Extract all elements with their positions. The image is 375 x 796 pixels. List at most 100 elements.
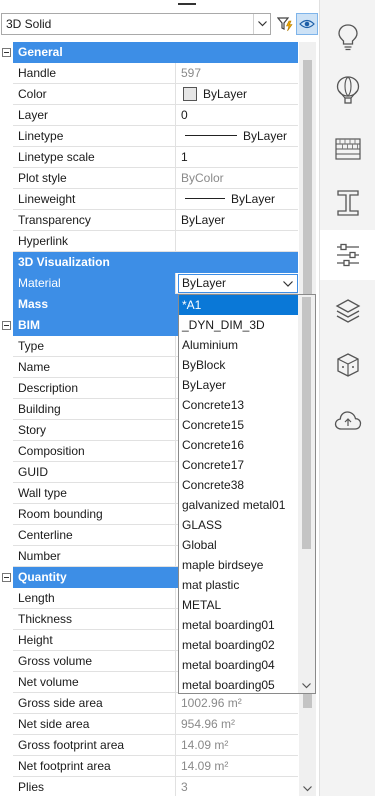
property-row-gross-footprint-area[interactable]: Gross footprint area 14.09 m² (0, 735, 298, 756)
dropdown-item[interactable]: Concrete16 (179, 435, 298, 455)
property-value: 1002.96 m² (181, 696, 242, 710)
cube-box-icon[interactable] (326, 340, 370, 390)
property-name: Type (13, 336, 176, 357)
collapse-icon[interactable] (2, 573, 11, 582)
chevron-down-icon[interactable] (253, 14, 270, 34)
property-row-color[interactable]: Color ByLayer (0, 84, 298, 105)
quick-select-button[interactable] (274, 13, 296, 35)
property-row-transparency[interactable]: Transparency ByLayer (0, 210, 298, 231)
toggle-visibility-button[interactable] (296, 13, 318, 35)
dropdown-item[interactable]: maple birdseye (179, 555, 298, 575)
scrollbar-thumb[interactable] (302, 297, 311, 549)
dropdown-item[interactable]: ByBlock (179, 355, 298, 375)
dropdown-item[interactable]: Concrete15 (179, 415, 298, 435)
sliders-icon[interactable] (320, 230, 375, 280)
property-value: ByColor (181, 171, 224, 185)
category-label: Quantity (18, 570, 67, 584)
property-name: Name (13, 357, 176, 378)
property-value[interactable]: 1 (177, 147, 298, 168)
category-label: Mass (18, 297, 49, 311)
dropdown-item[interactable]: GLASS (179, 515, 298, 535)
property-value[interactable]: 0 (177, 105, 298, 126)
property-value: 954.96 m² (181, 717, 236, 731)
collapse-icon[interactable] (2, 321, 11, 330)
category-label: General (18, 45, 63, 59)
dropdown-item[interactable]: metal boarding05 (179, 675, 298, 693)
property-row-hyperlink[interactable]: Hyperlink (0, 231, 298, 252)
property-name: Height (13, 630, 176, 651)
dropdown-item[interactable]: metal boarding02 (179, 635, 298, 655)
property-name: Net volume (13, 672, 176, 693)
eye-icon (299, 19, 315, 29)
layers-icon[interactable] (326, 286, 370, 336)
property-value[interactable] (177, 231, 298, 252)
property-row-plot-style[interactable]: Plot style ByColor (0, 168, 298, 189)
property-value[interactable]: ByLayer (177, 273, 298, 294)
properties-toolbar: 3D Solid (0, 10, 325, 38)
property-name: Centerline (13, 525, 176, 546)
material-dropdown-list[interactable]: *A1 _DYN_DIM_3D Aluminium ByBlock ByLaye… (178, 294, 316, 694)
category-general[interactable]: General (0, 42, 298, 63)
property-row-lineweight[interactable]: Lineweight ByLayer (0, 189, 298, 210)
property-value: 3 (181, 780, 188, 794)
property-value[interactable]: ByLayer (177, 210, 298, 231)
color-value: ByLayer (203, 87, 248, 101)
dropdown-item[interactable]: galvanized metal01 (179, 495, 298, 515)
property-row-linetype[interactable]: Linetype ByLayer (0, 126, 298, 147)
property-name: Story (13, 420, 176, 441)
property-row-net-side-area[interactable]: Net side area 954.96 m² (0, 714, 298, 735)
property-row-linetype-scale[interactable]: Linetype scale 1 (0, 147, 298, 168)
property-value[interactable]: ByLayer (177, 126, 298, 147)
material-combobox[interactable]: ByLayer (178, 274, 298, 293)
property-name: Description (13, 378, 176, 399)
dropdown-item[interactable]: Aluminium (179, 335, 298, 355)
dropdown-item[interactable]: Global (179, 535, 298, 555)
property-row-net-footprint-area[interactable]: Net footprint area 14.09 m² (0, 756, 298, 777)
property-row-material[interactable]: Material ByLayer (0, 273, 298, 294)
property-name: Number (13, 546, 176, 567)
property-value[interactable]: ByLayer (177, 84, 298, 105)
property-value: 597 (181, 66, 202, 80)
property-name: Layer (13, 105, 176, 126)
dropdown-item[interactable]: metal boarding01 (179, 615, 298, 635)
hatch-pattern-icon[interactable] (326, 124, 370, 174)
hot-air-balloon-icon[interactable] (326, 66, 370, 116)
property-name: Handle (13, 63, 176, 84)
dropdown-item[interactable]: METAL (179, 595, 298, 615)
dropdown-item[interactable]: Concrete17 (179, 455, 298, 475)
collapse-icon[interactable] (2, 48, 11, 57)
property-row-gross-side-area[interactable]: Gross side area 1002.96 m² (0, 693, 298, 714)
i-beam-icon[interactable] (326, 178, 370, 228)
property-row-plies[interactable]: Plies 3 (0, 777, 298, 796)
property-name: Hyperlink (13, 231, 176, 252)
dropdown-item[interactable]: metal boarding04 (179, 655, 298, 675)
dropdown-scrollbar[interactable] (298, 295, 315, 693)
dropdown-item[interactable]: Concrete13 (179, 395, 298, 415)
entity-selector[interactable]: 3D Solid (1, 13, 271, 35)
cloud-upload-icon[interactable] (326, 396, 370, 446)
dropdown-item[interactable]: ByLayer (179, 375, 298, 395)
dropdown-item[interactable]: _DYN_DIM_3D (179, 315, 298, 335)
chevron-down-icon[interactable] (281, 277, 295, 291)
lightbulb-icon[interactable] (326, 12, 370, 62)
property-name: Plies (13, 777, 176, 796)
gripper-bar (178, 3, 196, 5)
property-name: Building (13, 399, 176, 420)
category-3d-visualization: 3D Visualization (0, 252, 298, 273)
property-row-layer[interactable]: Layer 0 (0, 105, 298, 126)
entity-selector-value: 3D Solid (6, 17, 52, 31)
property-name: Lineweight (13, 189, 176, 210)
property-name: Net footprint area (13, 756, 176, 777)
property-row-handle[interactable]: Handle 597 (0, 63, 298, 84)
dropdown-item[interactable]: *A1 (179, 295, 298, 315)
property-name: Net side area (13, 714, 176, 735)
lineweight-value: ByLayer (231, 192, 276, 206)
property-value[interactable]: ByLayer (177, 189, 298, 210)
material-combobox-value: ByLayer (182, 276, 227, 290)
dropdown-item[interactable]: mat plastic (179, 575, 298, 595)
scroll-down-icon[interactable] (302, 783, 313, 794)
dropdown-item[interactable]: Concrete38 (179, 475, 298, 495)
property-name: Linetype (13, 126, 176, 147)
scroll-down-icon[interactable] (301, 680, 312, 691)
property-name: Gross side area (13, 693, 176, 714)
